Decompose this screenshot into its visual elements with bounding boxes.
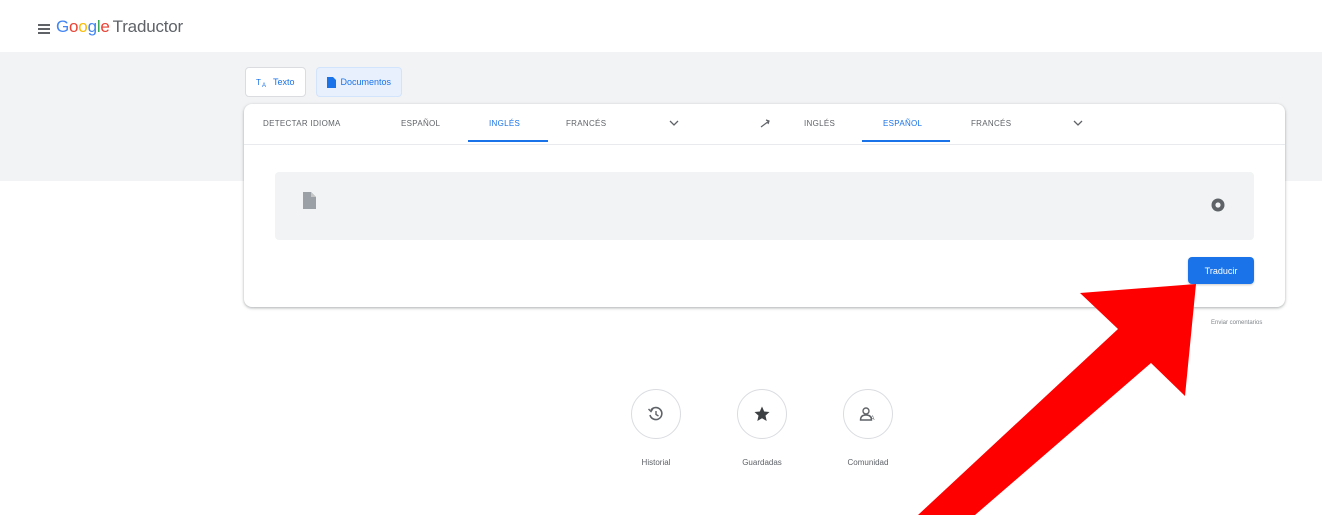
annotation-arrow xyxy=(918,284,1196,515)
